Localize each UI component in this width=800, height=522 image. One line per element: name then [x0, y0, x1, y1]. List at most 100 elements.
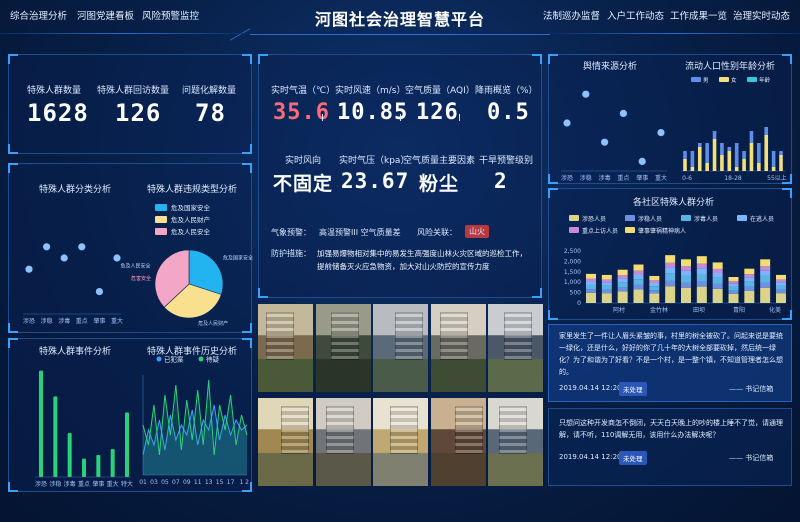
drought-label: 干旱预警级别: [479, 156, 534, 166]
stat-label-visit: 特殊人群回访数量: [97, 86, 170, 96]
stat-value-resolved: 78: [195, 99, 226, 127]
x-tick-label: 01: [139, 479, 147, 486]
nav-item-law[interactable]: 法制巡办监督: [543, 8, 600, 22]
header-line-right: [550, 33, 800, 34]
event-bar: [82, 458, 86, 477]
female-bar: [727, 147, 732, 151]
aqi-value: 126: [416, 100, 459, 125]
x-tick-label: 重点: [78, 480, 90, 488]
camera-frame[interactable]: [315, 398, 371, 486]
wind-speed-label: 实时风速（m/s）: [335, 86, 406, 96]
stack-segment: [776, 274, 786, 280]
stack-segment: [744, 268, 755, 275]
nav-item-party[interactable]: 河图党建看板: [77, 8, 134, 22]
camera-frame-building: [504, 312, 532, 360]
stack-segment: [665, 273, 676, 281]
stack-segment: [665, 255, 676, 263]
legend-swatch: [747, 77, 757, 82]
male-bar: [705, 163, 709, 171]
x-tick-label: 阿村: [613, 306, 625, 314]
stack-segment: [665, 286, 676, 303]
message-card-1[interactable]: 家里发生了一件让人眉头紧皱的事，村里的树全被砍了。问起来说是要统一绿化，还是什么…: [548, 324, 792, 402]
stack-segment: [696, 281, 707, 287]
event-bar: [96, 455, 101, 477]
female-bar: [720, 143, 724, 155]
stack-segment: [744, 281, 755, 287]
camera-frame[interactable]: [258, 398, 313, 486]
nav-item-realtime[interactable]: 治理实时动态: [733, 8, 790, 22]
event-bar: [39, 370, 43, 477]
legend-swatch: [155, 216, 167, 223]
female-bar: [757, 143, 761, 163]
x-tick-label: 2: [245, 479, 249, 486]
message-card-2[interactable]: 只想问这种开发商怎不倒闭，天天白天晚上的吵的楼上睡不了觉，请通理解，请不听，11…: [548, 408, 792, 486]
message-text-2: 只想问这种开发商怎不倒闭，天天白天晚上的吵的楼上睡不了觉，请通理解，请不听，11…: [559, 419, 783, 439]
pie-small-label: 危害安全: [131, 275, 151, 282]
camera-frame-building: [499, 406, 527, 454]
stack-segment: [728, 293, 739, 303]
stack-segment: [712, 272, 723, 278]
alert-label: 气象预警：: [271, 228, 311, 237]
header-line-left: [0, 33, 250, 34]
measure-label: 防护措施：: [271, 249, 311, 258]
camera-frame-building: [330, 312, 359, 360]
stack-segment: [776, 289, 786, 294]
nav-item-comprehensive[interactable]: 综合治理分析: [10, 8, 67, 22]
camera-frame[interactable]: [258, 304, 313, 392]
legend-label: 男: [703, 77, 709, 84]
stack-segment: [681, 287, 691, 303]
male-bar: [727, 151, 732, 171]
legend-swatch: [737, 215, 747, 221]
x-tick-label: 13: [205, 479, 213, 486]
stack-segment: [712, 268, 723, 273]
stack-segment: [586, 273, 596, 279]
stat-label-special: 特殊人群数量: [27, 86, 82, 96]
message-status-2[interactable]: 未处理: [619, 451, 647, 465]
camera-grid: [258, 304, 543, 494]
district-panel: 各社区特殊人群分析 涉恐人员 涉稳人员 涉毒人员 在逃人员 重点上访人员 肇事肇祸精神病人…: [548, 188, 792, 320]
nav-item-household[interactable]: 入户工作动态: [607, 8, 664, 22]
scatter-point: [43, 243, 51, 251]
camera-frame[interactable]: [373, 398, 428, 486]
x-tick-label: 18-28: [724, 175, 742, 182]
stack-segment: [696, 268, 707, 274]
camera-frame[interactable]: [488, 398, 543, 486]
camera-frame[interactable]: [373, 304, 428, 392]
female-bar: [742, 151, 746, 159]
stack-segment: [633, 274, 644, 280]
stack-segment: [665, 267, 676, 274]
special-group-scatter-chart: 涉恐 涉稳 涉毒 重点 肇事 重大: [23, 243, 123, 325]
event-bar: [67, 433, 72, 477]
stack-segment: [760, 275, 771, 283]
legend-dot: [198, 356, 204, 362]
floating-title: 流动人口性别年龄分析: [685, 62, 776, 72]
camera-frame[interactable]: [315, 304, 371, 392]
scatter-point: [113, 254, 121, 262]
air-factor-value: 粉尘: [419, 173, 460, 195]
stat-value-visit: 126: [115, 99, 162, 127]
x-tick-label: 涉毒: [58, 317, 70, 325]
nav-item-results[interactable]: 工作成果一览: [670, 8, 727, 22]
camera-frame[interactable]: [430, 304, 486, 392]
camera-frame[interactable]: [488, 304, 543, 392]
female-bar: [712, 131, 717, 139]
pie-slice-label: 危及人民安全: [120, 262, 150, 269]
aqi-unit: I: [458, 113, 461, 124]
x-tick-label: 涉毒: [599, 174, 611, 182]
stack-segment: [728, 281, 739, 284]
stack-segment: [649, 280, 660, 283]
stack-segment: [776, 282, 786, 286]
camera-frame[interactable]: [430, 398, 486, 486]
stat-value-special: 1628: [27, 99, 89, 127]
event-bar-title: 特殊人群事件分析: [39, 347, 112, 357]
camera-frame-building: [395, 312, 423, 360]
nav-item-risk[interactable]: 风险预警监控: [142, 8, 199, 22]
legend-dot: [156, 356, 162, 362]
male-bar: [742, 159, 746, 171]
male-bar: [690, 167, 695, 171]
event-bar: [125, 412, 129, 477]
camera-frame-building: [454, 406, 483, 454]
stack-segment: [760, 282, 771, 288]
message-status-1[interactable]: 未处理: [619, 382, 647, 396]
stack-segment: [760, 259, 771, 267]
